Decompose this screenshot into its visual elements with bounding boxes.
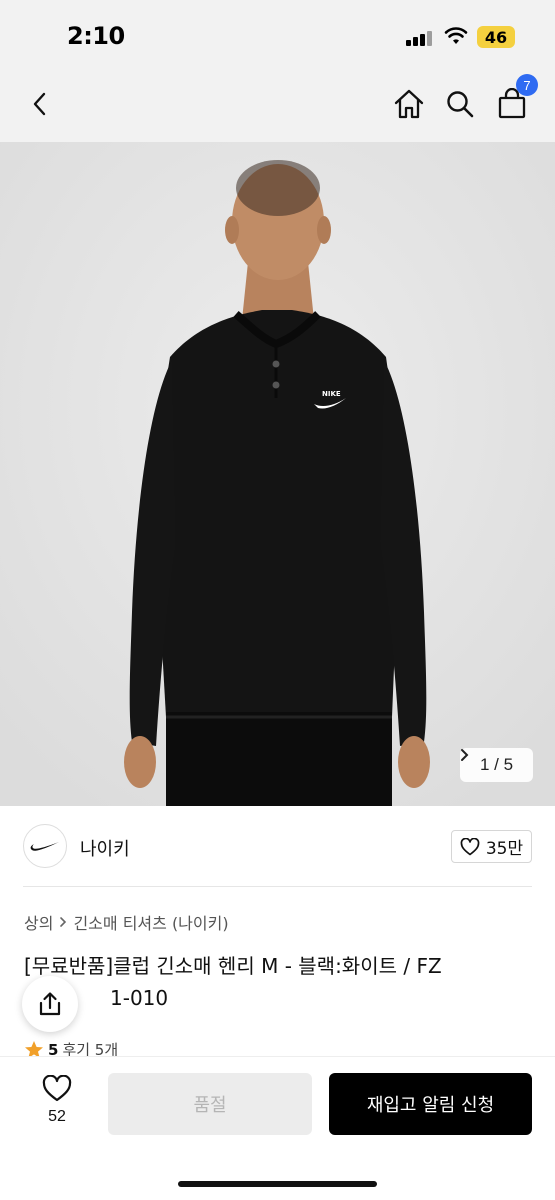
product-title: [무료반품]클럽 긴소매 헨리 M - 블랙:화이트 / FZ 1-010 — [24, 950, 529, 1014]
soldout-button: 품절 — [108, 1073, 312, 1135]
wishlist-button[interactable]: 52 — [36, 1074, 78, 1126]
battery-indicator: 46 — [477, 26, 515, 48]
wifi-icon — [444, 27, 468, 44]
back-button[interactable] — [20, 84, 60, 124]
wishlist-count: 52 — [48, 1108, 66, 1125]
top-nav: 7 — [0, 70, 555, 142]
brand-name[interactable]: 나이키 — [80, 835, 130, 861]
brand-like-count: 35만 — [485, 839, 524, 859]
cellular-signal-icon — [406, 30, 434, 46]
heart-icon — [460, 837, 480, 855]
product-image-gallery[interactable]: NIKE 1 / 5 — [0, 142, 555, 806]
divider — [23, 886, 532, 887]
home-icon — [394, 89, 424, 119]
brand-row: 나이키 35만 — [0, 806, 555, 886]
breadcrumb-item-subcategory[interactable]: 긴소매 티셔츠 (나이키) — [73, 910, 228, 934]
pager-text: 1 / 5 — [479, 755, 514, 774]
search-icon — [447, 91, 474, 118]
product-photo: NIKE — [0, 142, 555, 806]
brand-logo[interactable] — [23, 824, 67, 868]
share-button[interactable] — [22, 976, 78, 1032]
breadcrumb-item-category[interactable]: 상의 — [24, 910, 53, 934]
heart-icon — [42, 1074, 72, 1102]
gallery-pager[interactable]: 1 / 5 — [460, 748, 533, 782]
nike-swoosh-logo — [30, 842, 59, 851]
share-icon — [39, 992, 61, 1016]
bottom-action-bar: 52 품절 재입고 알림 신청 — [0, 1056, 555, 1200]
chevron-right-icon — [461, 749, 469, 761]
status-time: 2:10 — [67, 22, 125, 50]
search-button[interactable] — [440, 84, 480, 124]
status-bar: 2:10 46 — [0, 0, 555, 70]
brand-like-button[interactable]: 35만 — [451, 830, 532, 863]
restock-notify-button[interactable]: 재입고 알림 신청 — [329, 1073, 532, 1135]
svg-text:NIKE: NIKE — [322, 390, 341, 398]
breadcrumb: 상의 긴소매 티셔츠 (나이키) — [24, 910, 229, 934]
product-title-line1: [무료반품]클럽 긴소매 헨리 M - 블랙:화이트 / FZ — [24, 954, 442, 978]
chevron-right-icon — [60, 917, 67, 927]
cart-button[interactable]: 7 — [492, 74, 538, 124]
chevron-left-icon — [33, 92, 46, 116]
home-button[interactable] — [389, 84, 429, 124]
cart-count-badge: 7 — [516, 74, 538, 96]
product-title-line2: 1-010 — [110, 986, 169, 1010]
home-indicator — [178, 1181, 377, 1187]
